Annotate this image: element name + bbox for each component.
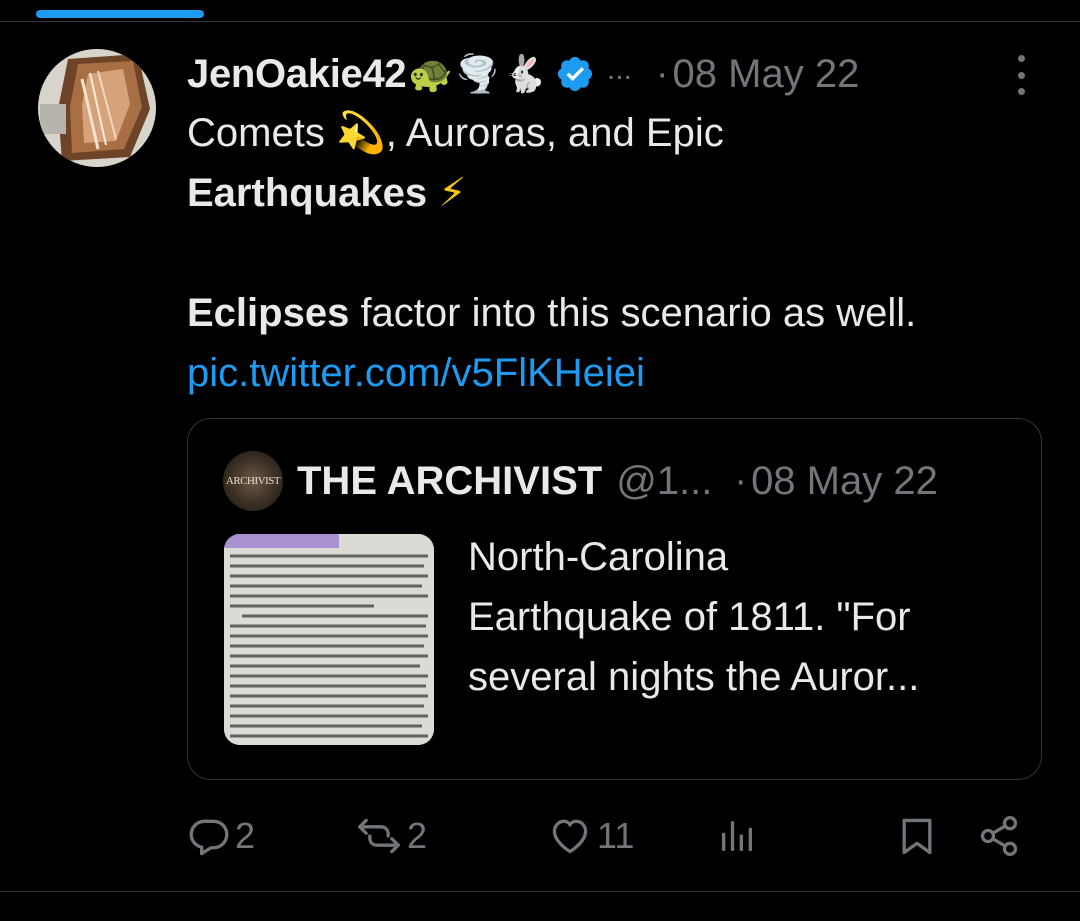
share-button[interactable]	[977, 810, 1021, 862]
quoted-tweet-date: 08 May 22	[751, 458, 938, 503]
retweet-count: 2	[407, 815, 428, 856]
like-count: 11	[597, 815, 635, 856]
top-divider	[0, 21, 1080, 22]
quoted-header-separator: ·	[734, 459, 748, 502]
tweet-text-earthquakes: Earthquakes	[187, 171, 428, 215]
quoted-author-name: THE ARCHIVIST	[297, 458, 603, 503]
quoted-text-line-2: Earthquake of 1811. "For	[468, 595, 911, 639]
tweet-text-eclipses: Eclipses	[187, 291, 350, 335]
reply-count: 2	[235, 815, 256, 856]
dizzy-emoji: 💫	[335, 111, 386, 155]
quoted-text-line-1: North-Carolina	[468, 535, 729, 579]
quoted-author-handle: @1...	[616, 458, 713, 503]
name-emoji-rabbit: 🐇	[502, 53, 547, 94]
quoted-avatar-logo-text: ARCHIVIST	[225, 475, 281, 487]
tweet-text: Comets 💫, Auroras, and Epic Earthquakes …	[187, 103, 1047, 403]
quoted-text-line-3: several nights the Auror...	[468, 655, 920, 699]
retweet-button[interactable]: 2	[355, 810, 427, 862]
newspaper-clipping-image	[224, 534, 434, 745]
author-display-name[interactable]: JenOakie42	[187, 52, 407, 97]
verified-badge-icon	[555, 54, 595, 94]
tweet-date[interactable]: 08 May 22	[673, 52, 860, 97]
views-button[interactable]	[717, 810, 757, 862]
like-icon	[547, 814, 593, 858]
bottom-divider	[0, 891, 1080, 892]
quoted-tweet-card[interactable]: ARCHIVIST THE ARCHIVIST @1... · 08 May 2…	[187, 418, 1042, 780]
quoted-media-thumbnail[interactable]	[224, 534, 434, 745]
quoted-tweet-header: ARCHIVIST THE ARCHIVIST @1... · 08 May 2…	[223, 451, 938, 511]
share-icon	[977, 814, 1021, 858]
tweet-line-2: Earthquakes ⚡	[187, 163, 1047, 223]
tweet-text-auroras: , Auroras, and Epic	[385, 111, 724, 155]
tweet-text-scenario: factor into this scenario as well.	[349, 291, 917, 335]
tweet-text-comets: Comets	[187, 111, 336, 155]
quoted-author-avatar[interactable]: ARCHIVIST	[223, 451, 283, 511]
tweet-media-link[interactable]: pic.twitter.com/v5FlKHeiei	[187, 343, 1047, 403]
tweet-header: JenOakie42 🐢 🌪️ 🐇 ... · 08 May 22	[187, 48, 859, 100]
author-avatar[interactable]	[38, 49, 156, 167]
like-button[interactable]: 11	[547, 810, 634, 862]
name-emoji-turtle: 🐢	[408, 53, 454, 94]
bookmark-button[interactable]	[895, 810, 939, 862]
tweet-line-3: Eclipses factor into this scenario as we…	[187, 283, 1047, 343]
reply-icon	[187, 814, 231, 858]
active-tab-indicator	[36, 10, 204, 18]
retweet-icon	[355, 814, 403, 858]
views-icon	[717, 816, 757, 856]
bookmark-icon	[895, 813, 939, 859]
tweet-line-1: Comets 💫, Auroras, and Epic	[187, 103, 1047, 163]
header-separator: ·	[655, 52, 669, 95]
name-truncation: ...	[606, 53, 632, 86]
reply-button[interactable]: 2	[187, 810, 255, 862]
avatar-image	[38, 49, 156, 167]
tweet-action-bar: 2 2 11	[187, 810, 1037, 862]
quoted-tweet-text: North-Carolina Earthquake of 1811. "For …	[468, 527, 1028, 707]
more-vertical-icon[interactable]	[1011, 55, 1031, 95]
lightning-emoji: ⚡	[438, 171, 467, 215]
name-emoji-tornado: 🌪️	[455, 53, 501, 94]
